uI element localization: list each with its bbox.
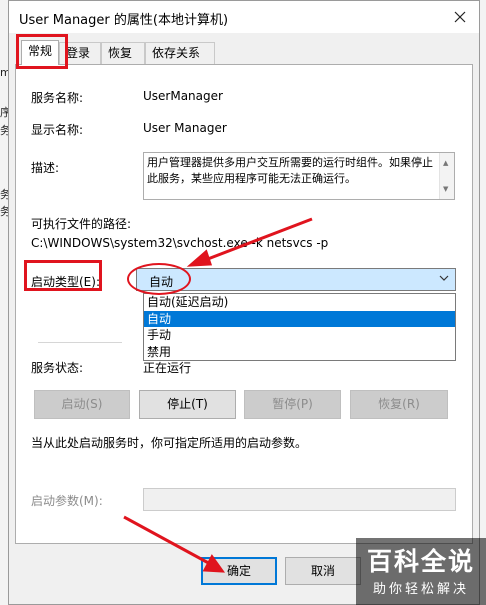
description-box[interactable]: 用户管理器提供多用户交互所需要的运行时组件。如果停止此服务，某些应用程序可能无法… (143, 152, 455, 200)
title-bar: User Manager 的属性(本地计算机) (9, 1, 479, 33)
background-window-edge-right (479, 0, 486, 605)
ok-button[interactable]: 确定 (201, 557, 277, 585)
general-tab-page: 服务名称: UserManager 显示名称: User Manager 描述:… (15, 64, 473, 544)
option-disabled[interactable]: 禁用 (144, 344, 455, 360)
close-icon (454, 11, 466, 23)
option-auto-delayed[interactable]: 自动(延迟启动) (144, 294, 455, 310)
service-status-label: 服务状态: (31, 361, 84, 375)
divider (38, 342, 122, 343)
description-text: 用户管理器提供多用户交互所需要的运行时组件。如果停止此服务，某些应用程序可能无法… (147, 156, 433, 185)
pause-button[interactable]: 暂停(P) (244, 390, 341, 419)
display-name-value: User Manager (143, 121, 227, 135)
scroll-up-icon: ▲ (443, 159, 449, 167)
start-button[interactable]: 启动(S) (34, 390, 130, 419)
resume-button[interactable]: 恢复(R) (350, 390, 448, 419)
annotation-box-startup-label (24, 260, 102, 291)
tab-recovery[interactable]: 恢复 (101, 42, 145, 64)
tab-dependencies[interactable]: 依存关系 (145, 42, 215, 64)
description-scrollbar[interactable]: ▲ ▼ (439, 153, 454, 199)
option-manual[interactable]: 手动 (144, 327, 455, 343)
scroll-down-icon: ▼ (443, 185, 449, 193)
close-button[interactable] (449, 6, 471, 28)
startup-type-dropdown: 自动(延迟启动) 自动 手动 禁用 (143, 293, 456, 361)
exe-path-label: 可执行文件的路径: (31, 217, 132, 231)
cancel-button[interactable]: 取消 (285, 557, 361, 585)
service-status-value: 正在运行 (143, 361, 192, 375)
chevron-down-icon (439, 275, 449, 281)
annotation-ellipse-auto (127, 263, 191, 295)
start-params-label: 启动参数(M): (31, 494, 103, 508)
option-auto[interactable]: 自动 (144, 311, 455, 327)
exe-path-value: C:\WINDOWS\system32\svchost.exe -k netsv… (31, 236, 329, 250)
stop-button[interactable]: 停止(T) (139, 390, 236, 419)
start-params-hint: 当从此处启动服务时，你可指定所适用的启动参数。 (31, 436, 308, 450)
window-title: User Manager 的属性(本地计算机) (19, 13, 229, 28)
service-name-label: 服务名称: (31, 91, 84, 105)
service-properties-dialog: User Manager 的属性(本地计算机) 常规 登录 恢复 依存关系 服务… (8, 0, 480, 605)
start-params-input[interactable] (143, 488, 456, 511)
annotation-box-general-tab (16, 34, 68, 69)
watermark: 百科全说 助你轻松解决 (356, 538, 486, 605)
description-label: 描述: (31, 161, 60, 175)
display-name-label: 显示名称: (31, 123, 84, 137)
watermark-subtitle: 助你轻松解决 (372, 582, 469, 597)
service-name-value: UserManager (143, 89, 223, 103)
watermark-title: 百科全说 (366, 547, 475, 576)
